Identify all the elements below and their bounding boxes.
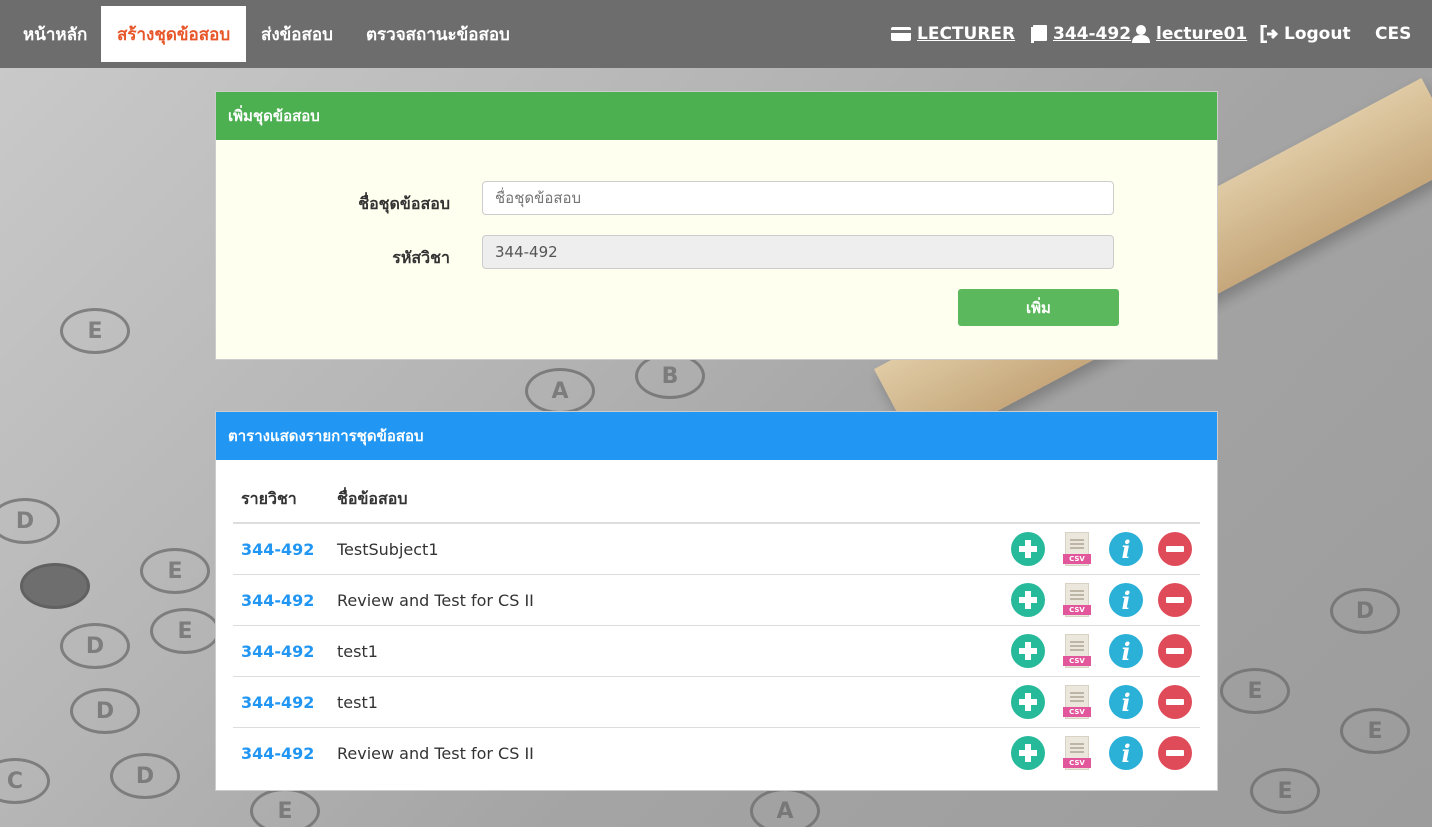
course-code-label: รหัสวิชา <box>392 248 450 267</box>
add-question-icon[interactable] <box>1011 634 1045 668</box>
table-header-row: รายวิชา ชื่อข้อสอบ <box>233 477 1200 524</box>
csv-file-icon[interactable]: CSV <box>1060 634 1094 668</box>
add-question-icon[interactable] <box>1011 685 1045 719</box>
csv-lines <box>1070 743 1084 755</box>
add-button[interactable]: เพิ่ม <box>958 289 1119 326</box>
csv-tag: CSV <box>1063 758 1091 768</box>
table-row: 344-492 TestSubject1 CSV i <box>233 523 1200 575</box>
exam-name-cell: Review and Test for CS II <box>337 743 534 763</box>
row-actions: CSV i <box>765 728 1200 779</box>
nav-home[interactable]: หน้าหลัก <box>7 6 103 62</box>
bubble-decor: E <box>140 548 210 594</box>
table-row: 344-492 test1 CSV i <box>233 676 1200 728</box>
id-card-icon <box>891 27 911 41</box>
csv-file-icon[interactable]: CSV <box>1060 583 1094 617</box>
role-label: LECTURER <box>917 24 1016 44</box>
nav-role-link[interactable]: LECTURER <box>891 0 1015 68</box>
row-actions: CSV i <box>765 574 1200 626</box>
logout-icon <box>1260 25 1278 43</box>
course-code-link[interactable]: 344-492 <box>233 625 329 677</box>
header-actions <box>765 477 1200 524</box>
nav-create-exam-set[interactable]: สร้างชุดข้อสอบ <box>101 6 247 62</box>
exam-set-table: รายวิชา ชื่อข้อสอบ 344-492 TestSubject1 CS… <box>233 477 1200 778</box>
book-icon <box>1031 25 1047 43</box>
user-label: lecture01 <box>1156 24 1248 44</box>
user-icon <box>1132 25 1150 43</box>
table-row: 344-492 test1 CSV i <box>233 625 1200 677</box>
bubble-decor: E <box>60 308 130 354</box>
csv-file-icon[interactable]: CSV <box>1060 532 1094 566</box>
bubble-decor: D <box>1330 588 1400 634</box>
table-row: 344-492 Review and Test for CS II CSV i <box>233 574 1200 626</box>
bubble-decor: E <box>1220 668 1290 714</box>
info-icon[interactable]: i <box>1109 685 1143 719</box>
exam-name-cell: Review and Test for CS II <box>329 574 766 626</box>
bubble-decor: E <box>250 788 320 827</box>
exam-name-cell: TestSubject1 <box>329 523 766 575</box>
delete-icon[interactable] <box>1158 634 1192 668</box>
exam-name-cell: test1 <box>329 676 766 728</box>
exam-name-input[interactable] <box>482 181 1114 215</box>
row-actions: CSV i <box>765 676 1200 728</box>
row-actions: CSV i <box>765 523 1200 575</box>
exam-name-label: ชื่อชุดข้อสอบ <box>358 194 450 213</box>
info-icon[interactable]: i <box>1109 736 1143 770</box>
exam-name-cell: test1 <box>329 625 766 677</box>
bubble-decor: D <box>110 753 180 799</box>
add-question-icon[interactable] <box>1011 583 1045 617</box>
csv-tag: CSV <box>1063 707 1091 717</box>
course-code-link[interactable]: 344-492 <box>233 676 329 728</box>
bubble-decor: E <box>1340 708 1410 754</box>
brand-ces[interactable]: CES <box>1375 0 1411 68</box>
delete-icon[interactable] <box>1158 532 1192 566</box>
delete-icon[interactable] <box>1158 736 1192 770</box>
top-navbar: หน้าหลัก สร้างชุดข้อสอบ ส่งข้อสอบ ตรวจสถ… <box>0 0 1432 68</box>
add-question-icon[interactable] <box>1011 736 1045 770</box>
csv-tag: CSV <box>1063 605 1091 615</box>
exam-set-list-panel: ตารางแสดงรายการชุดข้อสอบ รายวิชา ชื่อข้อ… <box>215 411 1218 791</box>
nav-logout[interactable]: Logout <box>1260 0 1351 68</box>
row-actions: CSV i <box>765 625 1200 677</box>
list-panel-title: ตารางแสดงรายการชุดข้อสอบ <box>216 412 1217 460</box>
csv-file-icon[interactable]: CSV <box>1060 685 1094 719</box>
add-question-icon[interactable] <box>1011 532 1045 566</box>
nav-user-link[interactable]: lecture01 <box>1132 0 1247 68</box>
bubble-decor: C <box>0 758 50 804</box>
header-exam-name: ชื่อข้อสอบ <box>329 477 766 524</box>
logout-label: Logout <box>1284 24 1351 44</box>
nav-course-link[interactable]: 344-492 <box>1031 0 1131 68</box>
table-row: 344-492 Review and Test for CS II CSV i <box>233 728 1200 779</box>
add-panel-body: ชื่อชุดข้อสอบ รหัสวิชา เพิ่ม <box>216 140 1217 359</box>
bubble-decor: D <box>60 623 130 669</box>
course-label: 344-492 <box>1053 24 1132 44</box>
csv-lines <box>1070 590 1084 602</box>
bubble-decor: A <box>750 788 820 827</box>
course-code-link[interactable]: 344-492 <box>233 728 329 779</box>
add-panel-title: เพิ่มชุดข้อสอบ <box>216 92 1217 140</box>
bubble-decor: E <box>1250 768 1320 814</box>
bubble-decor: A <box>525 368 595 414</box>
course-code-link[interactable]: 344-492 <box>233 574 329 626</box>
info-icon[interactable]: i <box>1109 634 1143 668</box>
nav-check-status[interactable]: ตรวจสถานะข้อสอบ <box>350 6 526 62</box>
header-course: รายวิชา <box>233 477 329 524</box>
csv-tag: CSV <box>1063 554 1091 564</box>
info-icon[interactable]: i <box>1109 532 1143 566</box>
csv-lines <box>1070 641 1084 653</box>
csv-tag: CSV <box>1063 656 1091 666</box>
course-code-field[interactable] <box>482 235 1114 269</box>
info-icon[interactable]: i <box>1109 583 1143 617</box>
delete-icon[interactable] <box>1158 583 1192 617</box>
bubble-decor: D <box>0 498 60 544</box>
nav-submit-exam[interactable]: ส่งข้อสอบ <box>245 6 349 62</box>
bubble-decor: D <box>70 688 140 734</box>
add-exam-set-panel: เพิ่มชุดข้อสอบ ชื่อชุดข้อสอบ รหัสวิชา เพ… <box>215 91 1218 360</box>
csv-lines <box>1070 539 1084 551</box>
delete-icon[interactable] <box>1158 685 1192 719</box>
bubble-decor-filled <box>20 563 90 609</box>
bubble-decor: E <box>150 608 220 654</box>
csv-file-icon[interactable]: CSV <box>1060 736 1094 770</box>
csv-lines <box>1070 692 1084 704</box>
course-code-link[interactable]: 344-492 <box>233 523 329 575</box>
